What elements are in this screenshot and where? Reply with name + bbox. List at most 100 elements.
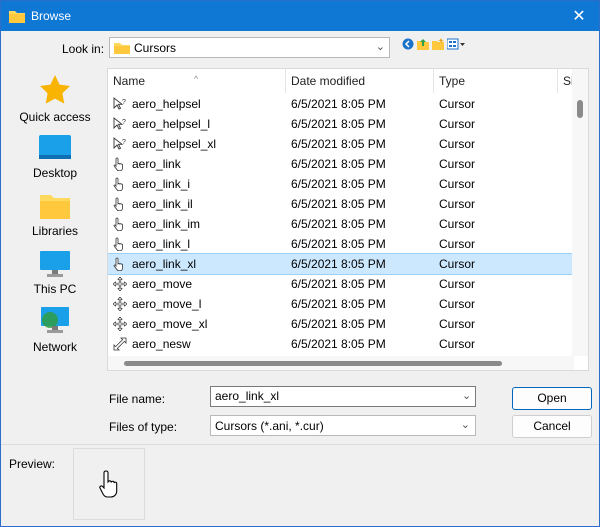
file-type-cell: Cursor [439,257,476,271]
close-button[interactable]: ✕ [559,1,599,31]
file-type-cell: Cursor [439,297,476,311]
file-row[interactable]: aero_link_i 6/5/2021 8:05 PM Cursor [108,174,574,194]
file-row[interactable]: aero_move_l 6/5/2021 8:05 PM Cursor [108,294,574,314]
file-list[interactable]: Name ^ Date modified Type Siz ?aero_help… [107,68,589,371]
file-type-cell: Cursor [439,277,476,291]
file-row[interactable]: ? aero_helpsel_l 6/5/2021 8:05 PM Cursor [108,114,574,134]
back-icon[interactable] [402,38,414,50]
file-type-cell: Cursor [439,177,476,191]
file-name-cell: aero_link [108,157,286,172]
desktop-icon [39,135,71,159]
column-header: Name ^ Date modified Type Siz [108,69,574,93]
hand-cursor-icon [113,177,127,192]
place-this-pc[interactable]: This PC [5,250,105,296]
column-date[interactable]: Date modified [286,69,434,93]
file-name-cell: aero_link_i [108,177,286,192]
file-row[interactable]: aero_link_im 6/5/2021 8:05 PM Cursor [108,214,574,234]
file-type-cell: Cursor [439,137,476,151]
hand-cursor-icon [113,257,127,272]
file-row[interactable]: aero_link_xl 6/5/2021 8:05 PM Cursor [108,253,575,275]
place-label: Network [32,340,77,354]
view-menu-icon[interactable] [447,38,465,50]
chevron-down-icon[interactable]: ⌄ [376,40,385,53]
horizontal-scrollbar[interactable] [108,356,574,370]
file-name-cell: aero_link_xl [108,257,286,272]
file-row[interactable]: ? aero_helpsel 6/5/2021 8:05 PM Cursor [108,94,574,114]
sort-ascending-icon: ^ [194,74,199,84]
file-rows: ? aero_helpsel 6/5/2021 8:05 PM Cursor? aero… [108,94,575,354]
star-icon [40,75,70,104]
this-pc-icon [40,251,70,277]
file-date-cell: 6/5/2021 8:05 PM [291,177,386,191]
place-libraries[interactable]: Libraries [5,192,105,238]
places-bar: Quick access Desktop Libraries This PC N… [5,68,105,368]
libraries-icon [40,195,70,219]
file-row[interactable]: aero_move_xl 6/5/2021 8:05 PM Cursor [108,314,574,334]
file-row[interactable]: ? aero_helpsel_xl 6/5/2021 8:05 PM Cursor [108,134,574,154]
close-icon: ✕ [572,8,586,25]
place-label: Quick access [19,110,91,124]
look-in-value: Cursors [134,40,177,55]
preview-box [73,448,145,520]
chevron-down-icon[interactable]: ⌄ [462,389,471,402]
look-in-label: Look in: [62,42,105,56]
file-type-cell: Cursor [439,157,476,171]
file-type-cell: Cursor [439,337,476,351]
chevron-down-icon: ⌄ [460,419,470,431]
hand-cursor-icon [113,197,127,212]
look-in-combo[interactable]: Cursors ⌄ [109,37,390,58]
hand-cursor-icon [99,470,118,498]
new-folder-icon[interactable] [432,38,444,50]
place-network[interactable]: Network [5,306,105,354]
file-row[interactable]: aero_link 6/5/2021 8:05 PM Cursor [108,154,574,174]
file-date-cell: 6/5/2021 8:05 PM [291,277,386,291]
place-quick-access[interactable]: Quick access [5,74,105,124]
file-name-cell: aero_nesw [108,337,286,351]
file-name-cell: aero_move [108,276,286,292]
title-bar[interactable]: Browse ✕ [1,1,599,31]
file-name-cell: ? aero_helpsel [108,97,286,111]
preview-label: Preview: [9,457,56,471]
help-cursor-icon: ? [113,97,127,111]
vertical-scrollbar[interactable] [572,69,588,356]
scroll-thumb[interactable] [124,361,502,366]
files-of-type-label: Files of type: [109,420,178,434]
file-row[interactable]: aero_link_il 6/5/2021 8:05 PM Cursor [108,194,574,214]
scroll-thumb[interactable] [577,100,583,118]
file-type-cell: Cursor [439,197,476,211]
file-date-cell: 6/5/2021 8:05 PM [291,237,386,251]
file-type-cell: Cursor [439,317,476,331]
move-cursor-icon [112,316,128,332]
place-desktop[interactable]: Desktop [5,134,105,180]
toolbar [402,38,465,50]
column-type[interactable]: Type [434,69,558,93]
file-row[interactable]: aero_move 6/5/2021 8:05 PM Cursor [108,274,574,294]
file-row[interactable]: aero_link_l 6/5/2021 8:05 PM Cursor [108,234,574,254]
file-row[interactable]: aero_nesw 6/5/2021 8:05 PM Cursor [108,334,574,354]
network-icon [41,307,69,333]
file-name-cell: ? aero_helpsel_xl [108,137,286,151]
file-date-cell: 6/5/2021 8:05 PM [291,137,386,151]
place-label: Desktop [32,166,78,180]
folder-icon [114,42,130,54]
file-name-input[interactable]: aero_link_xl [210,386,476,407]
file-name-cell: aero_move_xl [108,316,286,332]
column-name[interactable]: Name ^ [108,69,286,93]
cancel-button[interactable]: Cancel [512,415,592,438]
file-date-cell: 6/5/2021 8:05 PM [291,217,386,231]
up-folder-icon[interactable] [417,38,429,50]
place-label: This PC [33,282,77,296]
file-date-cell: 6/5/2021 8:05 PM [291,297,386,311]
folder-icon [9,11,25,23]
resize-diagonal-cursor-icon [113,337,127,351]
file-date-cell: 6/5/2021 8:05 PM [291,317,386,331]
file-type-cell: Cursor [439,237,476,251]
open-button[interactable]: Open [512,387,592,410]
help-cursor-icon: ? [113,137,127,151]
file-date-cell: 6/5/2021 8:05 PM [291,257,386,271]
file-date-cell: 6/5/2021 8:05 PM [291,117,386,131]
place-label: Libraries [31,224,79,238]
file-type-cell: Cursor [439,217,476,231]
file-date-cell: 6/5/2021 8:05 PM [291,197,386,211]
files-of-type-select[interactable]: Cursors (*.ani, *.cur) ⌄ [210,415,476,436]
